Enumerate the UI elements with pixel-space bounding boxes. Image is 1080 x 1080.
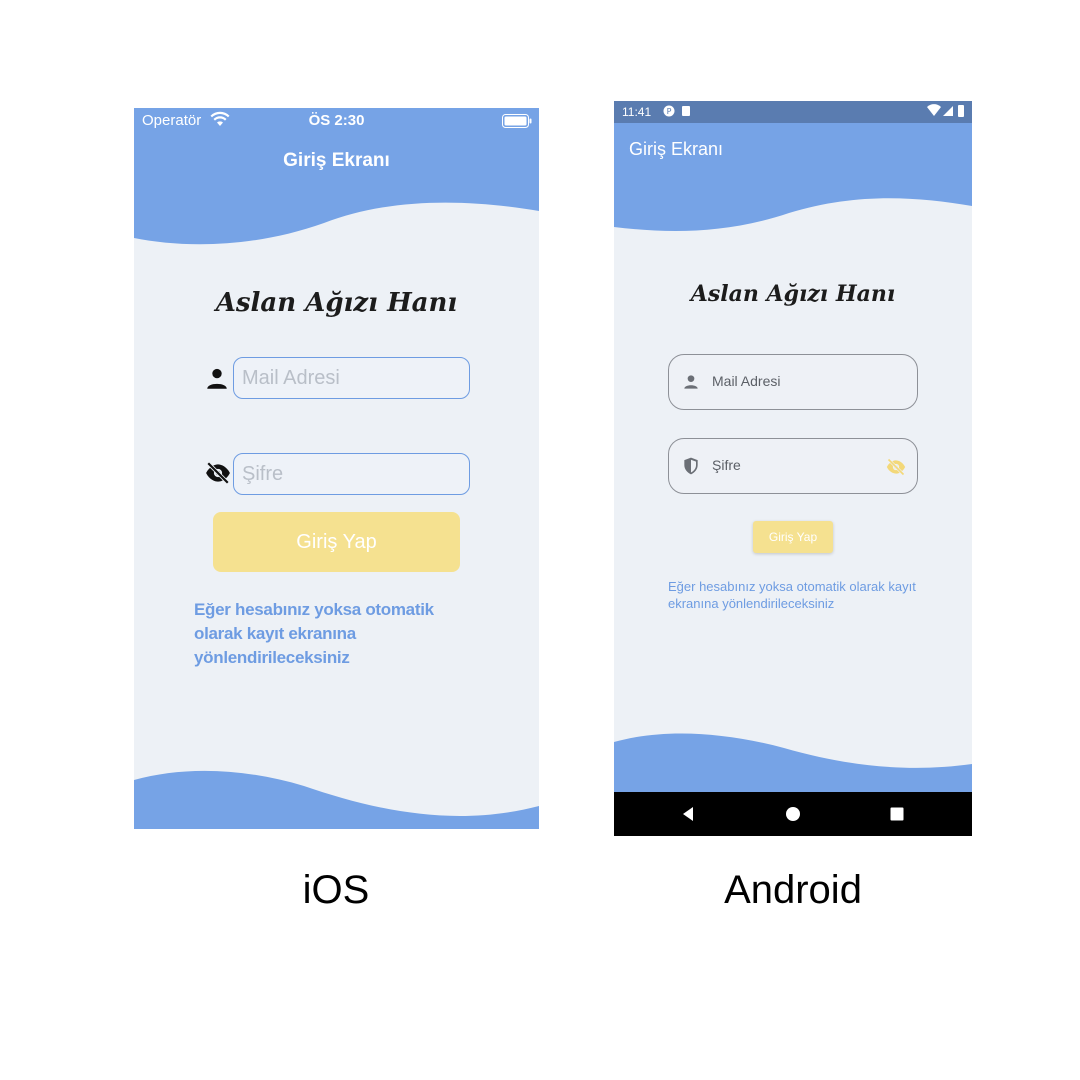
status-bar: 11:41 P [614,101,972,123]
person-icon [204,366,230,397]
bottom-wave [614,733,972,796]
page-title: Giriş Ekranı [283,150,390,171]
email-input[interactable]: Mail Adresi [233,357,470,399]
home-icon[interactable] [785,806,801,827]
page-title: Giriş Ekranı [629,139,724,159]
android-caption: Android [724,868,862,912]
back-icon[interactable] [680,806,696,827]
ios-screen: Operatör ÖS 2:30 Giriş Ekranı Aslan Ağız… [134,108,539,829]
svg-text:P: P [667,107,672,116]
android-screen: 11:41 P Giriş Ekranı Aslan Ağızı Hanı Ma… [614,101,972,836]
password-input[interactable]: Şifre [668,438,918,494]
recents-icon[interactable] [889,806,905,827]
signal-icon [926,104,966,121]
brand-title: Aslan Ağızı Hanı [215,288,458,318]
notification-icons: P [662,104,694,121]
navigation-bar [614,792,972,836]
battery-icon [502,114,532,132]
login-button[interactable]: Giriş Yap [213,512,460,572]
info-text: Eğer hesabınız yoksa otomatik olarak kay… [194,600,434,667]
password-label: Şifre [712,457,741,473]
brand-title: Aslan Ağızı Hanı [690,281,896,307]
ios-caption: iOS [302,868,370,912]
bottom-wave [134,770,539,829]
password-input[interactable]: Şifre [233,453,470,495]
info-text: Eğer hesabınız yoksa otomatik olarak kay… [668,579,916,611]
login-button[interactable]: Giriş Yap [753,521,833,553]
email-input[interactable]: Mail Adresi [668,354,918,410]
person-icon [681,372,701,397]
eye-off-icon[interactable] [204,460,232,491]
status-time: ÖS 2:30 [308,112,365,129]
email-label: Mail Adresi [712,373,781,389]
shield-icon [681,456,701,481]
eye-off-icon[interactable] [885,457,907,482]
status-bar: Operatör ÖS 2:30 [134,108,539,134]
status-time: 11:41 [622,105,652,119]
